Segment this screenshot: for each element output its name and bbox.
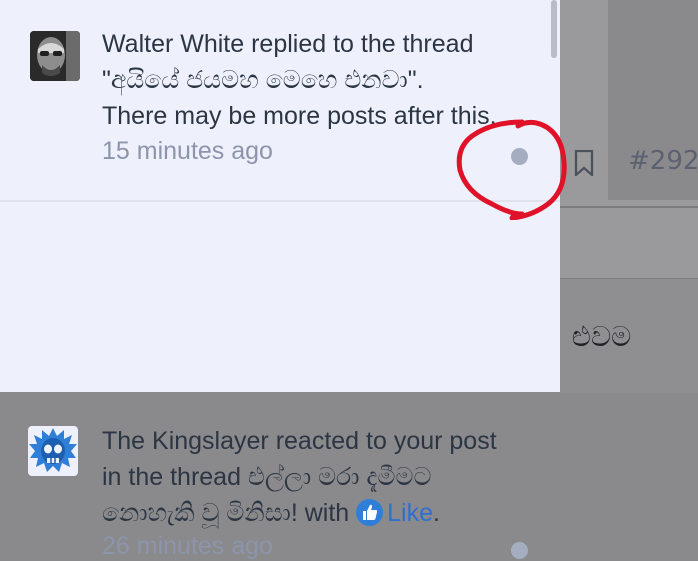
annotation-circle (456, 119, 567, 220)
notification-text[interactable]: The Kingslayer reacted to your post in t… (102, 423, 542, 531)
background-text: ළුවම (572, 320, 632, 353)
notification-line: "අයියේ ජයමහ මෙහෙ එනවා". (102, 66, 424, 94)
flaming-skull-avatar[interactable] (28, 426, 78, 476)
walter-white-avatar[interactable] (30, 31, 80, 81)
punctuation: . (433, 499, 440, 527)
bookmark-icon[interactable] (574, 150, 594, 176)
notification-line: in the thread එල්ලා මරා දැමීමට (102, 463, 432, 491)
notification-item[interactable]: The Kingslayer reacted to your post in t… (0, 202, 560, 560)
unread-indicator[interactable] (511, 542, 528, 559)
background-divider (560, 206, 698, 208)
notification-line: නොහැකි වූ මිනිසා! with Like. (102, 495, 542, 531)
post-number[interactable]: #292 (628, 146, 698, 176)
notification-line: Walter White replied to the thread (102, 30, 474, 58)
notification-line-text: නොහැකි වූ මිනිසා! with (102, 499, 350, 527)
notification-time: 15 minutes ago (102, 137, 273, 165)
notification-line: The Kingslayer reacted to your post (102, 427, 497, 455)
thumbs-up-icon (356, 499, 384, 526)
like-reaction-link[interactable]: Like (387, 499, 433, 527)
notification-time: 26 minutes ago (102, 532, 273, 560)
